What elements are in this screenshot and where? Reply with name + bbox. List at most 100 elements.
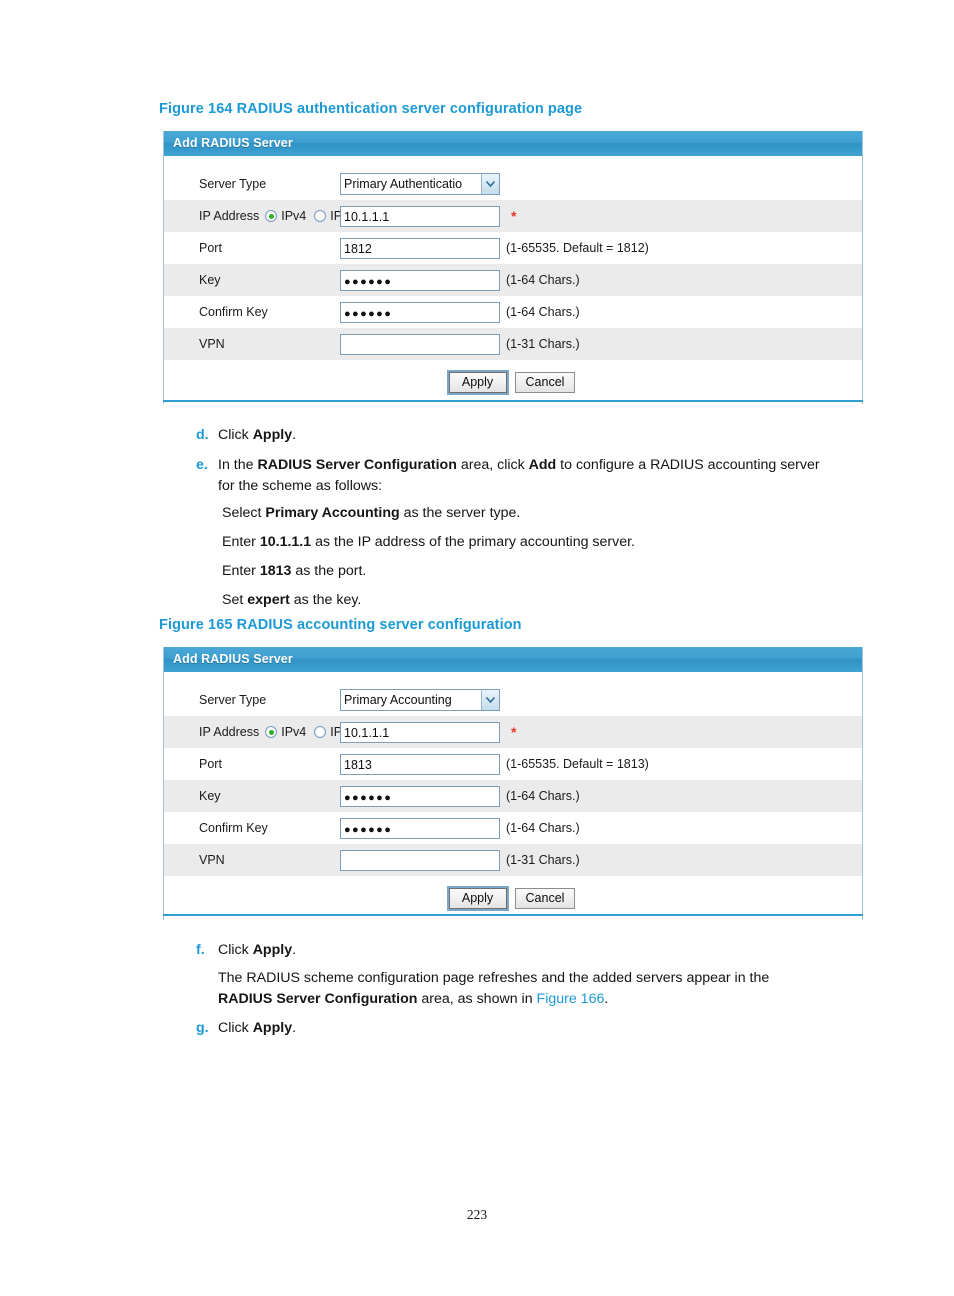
sublist-item-server-type: Select Primary Accounting as the server … — [222, 503, 635, 524]
form-row-key-acct: Key ●●●●●● (1-64 Chars.) — [164, 780, 862, 812]
label-port: Port — [199, 241, 222, 255]
radio-ipv4-label[interactable]: IPv4 — [281, 725, 306, 739]
figure-166-link[interactable]: Figure 166 — [537, 991, 605, 1007]
step-g-body: Click Apply. — [218, 1018, 296, 1039]
cancel-button[interactable]: Cancel — [514, 371, 576, 393]
form-row-ip-address: IP Address IPv4 IPv6 10.1.1.1 * — [164, 200, 862, 232]
control-key-acct: ●●●●●● — [340, 785, 505, 807]
hint-confirm-key-acct: (1-64 Chars.) — [506, 821, 580, 835]
label-ip-address-acct-text: IP Address — [199, 725, 260, 739]
hint-confirm-key: (1-64 Chars.) — [506, 305, 580, 319]
key-input[interactable]: ●●●●●● — [340, 269, 500, 291]
control-port-acct: 1813 — [340, 753, 505, 775]
apply-button[interactable]: Apply — [446, 369, 509, 395]
label-ip-address-text: IP Address — [199, 209, 260, 223]
step-d-body: Click Apply. — [218, 425, 296, 446]
label-ip-address-acct: IP Address IPv4 IPv6 — [164, 725, 355, 739]
panel-bottom-rule-auth — [163, 400, 863, 402]
hint-port-acct: (1-65535. Default = 1813) — [506, 757, 649, 771]
ip-address-input-acct[interactable]: 10.1.1.1 — [340, 721, 500, 743]
form-row-confirm-key-acct: Confirm Key ●●●●●● (1-64 Chars.) — [164, 812, 862, 844]
step-e-bold-2: Add — [528, 457, 557, 473]
radio-ipv4-label[interactable]: IPv4 — [281, 209, 306, 223]
control-confirm-key: ●●●●●● — [340, 301, 505, 323]
control-vpn-acct — [340, 849, 505, 871]
form-row-port: Port 1812 (1-65535. Default = 1812) — [164, 232, 862, 264]
vpn-input[interactable] — [340, 333, 500, 355]
sublist-item-ip: Enter 10.1.1.1 as the IP address of the … — [222, 532, 635, 553]
radio-ipv4-dot — [268, 213, 274, 219]
sublist-1-bold: 10.1.1.1 — [259, 534, 312, 550]
hint-vpn-acct: (1-31 Chars.) — [506, 853, 580, 867]
step-e-marker: e. — [196, 457, 208, 473]
figure-164-caption: Figure 164 RADIUS authentication server … — [159, 101, 583, 117]
sublist-3-post: as the key. — [289, 592, 362, 608]
step-f-body: Click Apply. — [218, 940, 296, 961]
add-radius-server-panel-acct: Add RADIUS Server Server Type Primary Ac… — [163, 647, 863, 920]
step-e-body: In the RADIUS Server Configuration area,… — [218, 455, 820, 497]
step-d-marker: d. — [196, 427, 209, 443]
chevron-down-icon[interactable] — [481, 690, 499, 710]
control-key: ●●●●●● — [340, 269, 505, 291]
label-port-acct: Port — [199, 757, 222, 771]
step-f-description: The RADIUS scheme configuration page ref… — [218, 968, 888, 1010]
hint-key: (1-64 Chars.) — [506, 273, 580, 287]
step-d: d. Click Apply. — [196, 425, 296, 446]
sublist-0-pre: Select — [222, 505, 266, 521]
sublist-3-pre: Set — [222, 592, 248, 608]
sublist-0-post: as the server type. — [399, 505, 521, 521]
step-f-desc-mid: area, as shown in — [417, 991, 537, 1007]
step-f-desc-end: . — [604, 991, 609, 1007]
form-row-confirm-key: Confirm Key ●●●●●● (1-64 Chars.) — [164, 296, 862, 328]
sublist-2-bold: 1813 — [259, 563, 292, 579]
control-port: 1812 — [340, 237, 505, 259]
step-e-text-2: area, click — [456, 457, 529, 473]
form-row-server-type: Server Type Primary Authenticatio — [164, 168, 862, 200]
step-e-bold-1: RADIUS Server Configuration — [257, 457, 457, 473]
required-asterisk-ip-acct: * — [511, 724, 517, 740]
control-confirm-key-acct: ●●●●●● — [340, 817, 505, 839]
step-e-text-3: to configure a RADIUS accounting server — [556, 457, 820, 473]
apply-button[interactable]: Apply — [446, 885, 509, 911]
hint-vpn: (1-31 Chars.) — [506, 337, 580, 351]
cancel-button[interactable]: Cancel — [514, 887, 576, 909]
radio-ipv4[interactable] — [265, 726, 278, 738]
server-type-select[interactable]: Primary Authenticatio — [340, 173, 500, 195]
step-g-text-2: . — [292, 1020, 297, 1036]
step-f-text-2: . — [292, 942, 297, 958]
vpn-input-acct[interactable] — [340, 849, 500, 871]
port-input-acct[interactable]: 1813 — [340, 753, 500, 775]
hint-key-acct: (1-64 Chars.) — [506, 789, 580, 803]
server-type-select-acct[interactable]: Primary Accounting — [340, 689, 500, 711]
figure-165-caption: Figure 165 RADIUS accounting server conf… — [159, 617, 522, 633]
panel-bottom-rule-acct — [163, 914, 863, 916]
port-input[interactable]: 1812 — [340, 237, 500, 259]
step-f-text-1: Click — [218, 942, 253, 958]
form-row-server-type-acct: Server Type Primary Accounting — [164, 684, 862, 716]
label-confirm-key: Confirm Key — [199, 305, 268, 319]
confirm-key-input-acct[interactable]: ●●●●●● — [340, 817, 500, 839]
document-page: Figure 164 RADIUS authentication server … — [0, 0, 954, 1296]
ip-address-input[interactable]: 10.1.1.1 — [340, 205, 500, 227]
form-row-vpn-acct: VPN (1-31 Chars.) — [164, 844, 862, 876]
radio-ipv6[interactable] — [314, 210, 327, 222]
server-type-select-acct-value: Primary Accounting — [344, 693, 452, 707]
radio-ipv4[interactable] — [265, 210, 278, 222]
step-g: g. Click Apply. — [196, 1018, 296, 1039]
step-e-text-1: In the — [218, 457, 258, 473]
label-ip-address: IP Address IPv4 IPv6 — [164, 209, 355, 223]
confirm-key-input[interactable]: ●●●●●● — [340, 301, 500, 323]
step-g-marker: g. — [196, 1020, 209, 1036]
server-type-select-value: Primary Authenticatio — [344, 177, 463, 191]
form-row-key: Key ●●●●●● (1-64 Chars.) — [164, 264, 862, 296]
panel-body-acct: Server Type Primary Accounting IP Addres… — [164, 672, 862, 920]
label-key-acct: Key — [199, 789, 221, 803]
step-e-line2: for the scheme as follows: — [218, 478, 383, 494]
step-d-text-2: . — [292, 427, 297, 443]
form-row-port-acct: Port 1813 (1-65535. Default = 1813) — [164, 748, 862, 780]
label-vpn: VPN — [199, 337, 225, 351]
key-input-acct[interactable]: ●●●●●● — [340, 785, 500, 807]
chevron-down-icon[interactable] — [481, 174, 499, 194]
label-vpn-acct: VPN — [199, 853, 225, 867]
radio-ipv6[interactable] — [314, 726, 327, 738]
